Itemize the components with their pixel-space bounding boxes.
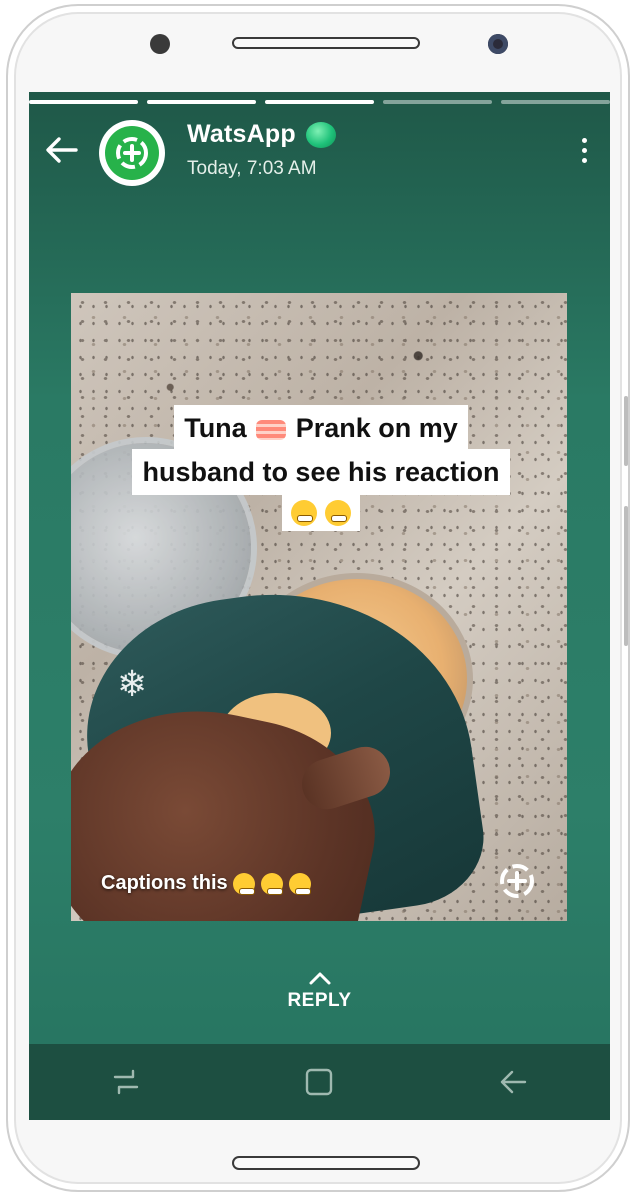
- reply-button[interactable]: REPLY: [29, 970, 610, 1012]
- status-timestamp: Today, 7:03 AM: [187, 158, 317, 179]
- back-button[interactable]: [41, 132, 81, 168]
- volume-button: [624, 396, 628, 466]
- caption-emojis: [281, 493, 361, 531]
- bottom-caption-text: Captions this: [101, 872, 228, 894]
- contact-name: WatsApp: [187, 120, 296, 148]
- caption-line-2: husband to see his reaction: [132, 449, 510, 495]
- bottom-caption: Captions this: [101, 872, 312, 895]
- progress-segment: [501, 100, 610, 104]
- online-dot-icon: [305, 121, 336, 148]
- progress-segment: [265, 100, 374, 104]
- progress-segment: [383, 100, 492, 104]
- recent-apps-button[interactable]: [96, 1057, 156, 1107]
- chevron-up-icon: [309, 972, 330, 985]
- more-options-button[interactable]: [572, 132, 596, 168]
- status-saver-icon: [105, 126, 159, 180]
- nauseated-face-icon: [290, 499, 317, 526]
- proximity-sensor: [488, 34, 508, 54]
- home-pill: [232, 1156, 420, 1170]
- grinning-face-icon: [288, 872, 311, 895]
- progress-segment: [147, 100, 256, 104]
- contact-header[interactable]: WatsApp: [187, 120, 336, 149]
- sushi-icon: [256, 419, 287, 440]
- status-saver-icon: [500, 864, 534, 898]
- video-caption: Tuna Prank on my husband to see his reac…: [101, 405, 541, 531]
- power-button: [624, 506, 628, 646]
- earpiece-speaker: [232, 37, 420, 49]
- arrow-left-icon: [46, 137, 78, 163]
- loudly-crying-face-icon: [232, 872, 255, 895]
- home-icon: [306, 1068, 333, 1096]
- zany-face-icon: [260, 872, 283, 895]
- more-vertical-icon: [581, 137, 587, 143]
- status-viewer: WatsApp Today, 7:03 AM ❄ Tuna Prank on m…: [29, 92, 610, 1120]
- front-camera: [150, 34, 170, 54]
- back-icon: [500, 1070, 527, 1094]
- status-media[interactable]: ❄ Tuna Prank on my husband to see his re…: [71, 293, 567, 921]
- story-progress-bar: [29, 100, 610, 104]
- recent-apps-icon: [113, 1069, 139, 1095]
- nav-back-button[interactable]: [483, 1057, 543, 1107]
- caption-text: Prank on my: [295, 413, 458, 443]
- caption-text: Tuna: [184, 413, 247, 443]
- grimacing-face-icon: [325, 499, 352, 526]
- contact-avatar[interactable]: [99, 120, 165, 186]
- caption-line-1: Tuna Prank on my: [174, 405, 468, 451]
- snowflake-icon: ❄: [117, 663, 148, 704]
- system-navigation-bar: [29, 1044, 610, 1120]
- reply-label: REPLY: [287, 990, 352, 1011]
- home-button[interactable]: [289, 1057, 349, 1107]
- progress-segment: [29, 100, 138, 104]
